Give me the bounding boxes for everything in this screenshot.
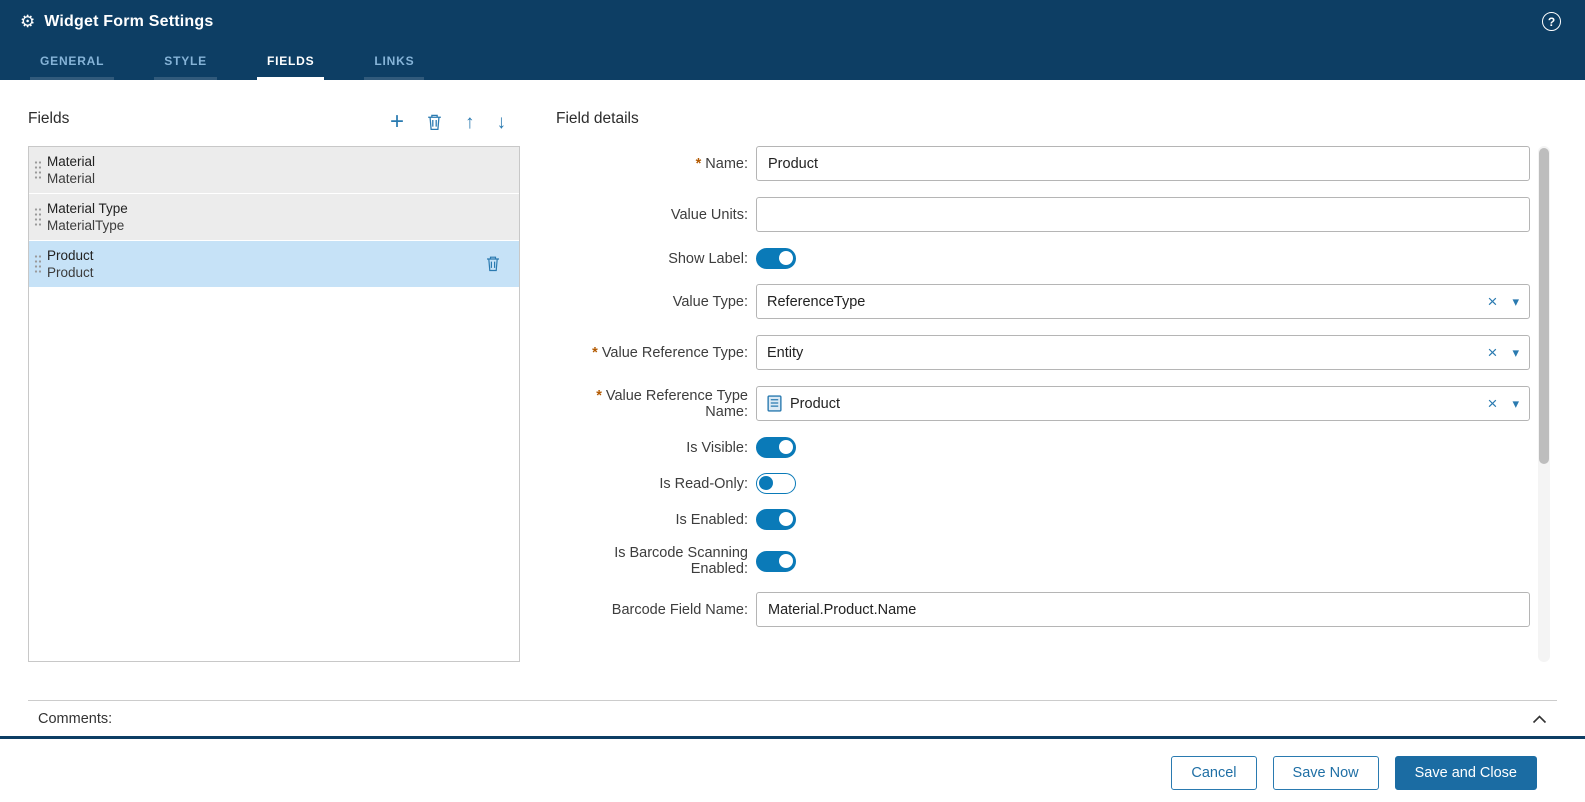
trash-icon: [426, 113, 443, 131]
show-label-label: Show Label:: [556, 251, 756, 267]
form-row-is-visible: Is Visible:: [556, 437, 1530, 458]
form-row-value-type: Value Type: ReferenceType × ▾: [556, 284, 1530, 319]
value-type-selected-value: ReferenceType: [767, 294, 1479, 310]
window-title: Widget Form Settings: [44, 13, 213, 31]
is-enabled-toggle[interactable]: [756, 509, 796, 530]
field-item-name: Material: [47, 153, 95, 170]
field-item-name: Material Type: [47, 200, 128, 217]
vertical-scrollbar[interactable]: [1538, 146, 1550, 662]
field-details-panel: Field details *Name: Value Units: Show L…: [556, 110, 1557, 662]
field-item-subname: Material: [47, 170, 95, 187]
chevron-up-icon[interactable]: [1532, 715, 1547, 724]
form-row-value-units: Value Units:: [556, 197, 1530, 232]
value-units-label: Value Units:: [556, 207, 756, 223]
is-visible-label: Is Visible:: [556, 440, 756, 456]
form-row-is-barcode-scanning-enabled: Is Barcode Scanning Enabled:: [556, 545, 1530, 577]
value-reference-type-label: *Value Reference Type:: [556, 345, 756, 361]
field-item-name: Product: [47, 247, 94, 264]
form-row-is-enabled: Is Enabled:: [556, 509, 1530, 530]
is-visible-toggle[interactable]: [756, 437, 796, 458]
value-reference-type-select[interactable]: Entity × ▾: [756, 335, 1530, 370]
comments-label: Comments:: [38, 711, 112, 727]
gear-icon: ⚙: [20, 12, 35, 32]
clear-icon[interactable]: ×: [1479, 394, 1507, 414]
save-and-close-button[interactable]: Save and Close: [1395, 756, 1537, 790]
add-field-button[interactable]: +: [390, 110, 404, 134]
required-marker: *: [592, 345, 598, 361]
delete-field-button[interactable]: [426, 113, 443, 131]
comments-section[interactable]: Comments:: [28, 700, 1557, 736]
save-now-button[interactable]: Save Now: [1273, 756, 1379, 790]
show-label-toggle[interactable]: [756, 248, 796, 269]
chevron-down-icon[interactable]: ▾: [1506, 396, 1519, 412]
form-row-barcode-field-name: Barcode Field Name:: [556, 592, 1530, 627]
move-field-up-button[interactable]: ↑: [465, 113, 475, 132]
clear-icon[interactable]: ×: [1479, 292, 1507, 312]
value-reference-type-name-selected-value: Product: [790, 396, 840, 412]
tab-general[interactable]: GENERAL: [30, 54, 114, 80]
details-panel-title: Field details: [556, 110, 1530, 134]
value-type-label: Value Type:: [556, 294, 756, 310]
chevron-down-icon[interactable]: ▾: [1506, 345, 1519, 361]
move-field-down-button[interactable]: ↓: [497, 113, 507, 132]
widget-form-settings-window: ⚙ Widget Form Settings ? GENERAL STYLE F…: [0, 0, 1585, 790]
fields-panel-title: Fields: [28, 110, 69, 134]
list-item-material-type[interactable]: Material Type MaterialType: [29, 194, 519, 241]
form-row-is-read-only: Is Read-Only:: [556, 473, 1530, 494]
value-units-input[interactable]: [756, 197, 1530, 232]
tab-fields[interactable]: FIELDS: [257, 54, 324, 80]
barcode-field-name-label: Barcode Field Name:: [556, 602, 756, 618]
drag-handle-icon[interactable]: [34, 207, 41, 228]
chevron-down-icon[interactable]: ▾: [1506, 294, 1519, 310]
drag-handle-icon[interactable]: [34, 254, 41, 275]
tab-bar: GENERAL STYLE FIELDS LINKS: [0, 44, 1585, 80]
clear-icon[interactable]: ×: [1479, 343, 1507, 363]
drag-handle-icon[interactable]: [34, 160, 41, 181]
form-row-name: *Name:: [556, 146, 1530, 181]
tab-links[interactable]: LINKS: [364, 54, 424, 80]
main-content: Fields + ↑ ↓ Material: [0, 80, 1585, 662]
form-row-value-reference-type-name: *Value Reference Type Name: Product ×: [556, 386, 1530, 421]
form-row-value-reference-type: *Value Reference Type: Entity × ▾: [556, 335, 1530, 370]
value-type-select[interactable]: ReferenceType × ▾: [756, 284, 1530, 319]
value-reference-type-name-label: *Value Reference Type Name:: [556, 388, 756, 420]
is-barcode-scanning-enabled-label: Is Barcode Scanning Enabled:: [556, 545, 756, 577]
form-row-show-label: Show Label:: [556, 248, 1530, 269]
name-input[interactable]: [756, 146, 1530, 181]
field-list: Material Material Material Type Material…: [28, 146, 520, 662]
footer: Cancel Save Now Save and Close: [0, 739, 1585, 790]
is-read-only-label: Is Read-Only:: [556, 476, 756, 492]
is-read-only-toggle[interactable]: [756, 473, 796, 494]
list-item-material[interactable]: Material Material: [29, 147, 519, 194]
scrollbar-thumb[interactable]: [1539, 148, 1549, 464]
is-enabled-label: Is Enabled:: [556, 512, 756, 528]
header: ⚙ Widget Form Settings ? GENERAL STYLE F…: [0, 0, 1585, 80]
entity-document-icon: [767, 395, 782, 412]
field-item-subname: MaterialType: [47, 217, 128, 234]
fields-panel: Fields + ↑ ↓ Material: [28, 110, 520, 662]
value-reference-type-name-select[interactable]: Product × ▾: [756, 386, 1530, 421]
is-barcode-scanning-enabled-toggle[interactable]: [756, 551, 796, 572]
cancel-button[interactable]: Cancel: [1171, 756, 1256, 790]
field-item-subname: Product: [47, 264, 94, 281]
name-label: *Name:: [556, 156, 756, 172]
list-item-product[interactable]: Product Product: [29, 241, 519, 288]
field-details-form: *Name: Value Units: Show Label: Value Ty…: [556, 146, 1530, 627]
required-marker: *: [596, 388, 602, 404]
fields-toolbar: + ↑ ↓: [390, 110, 520, 134]
value-reference-type-selected-value: Entity: [767, 345, 1479, 361]
titlebar: ⚙ Widget Form Settings: [0, 0, 1585, 44]
help-icon[interactable]: ?: [1542, 12, 1561, 31]
tab-style[interactable]: STYLE: [154, 54, 217, 80]
barcode-field-name-input[interactable]: [756, 592, 1530, 627]
required-marker: *: [696, 156, 702, 172]
delete-item-icon[interactable]: [485, 255, 501, 277]
